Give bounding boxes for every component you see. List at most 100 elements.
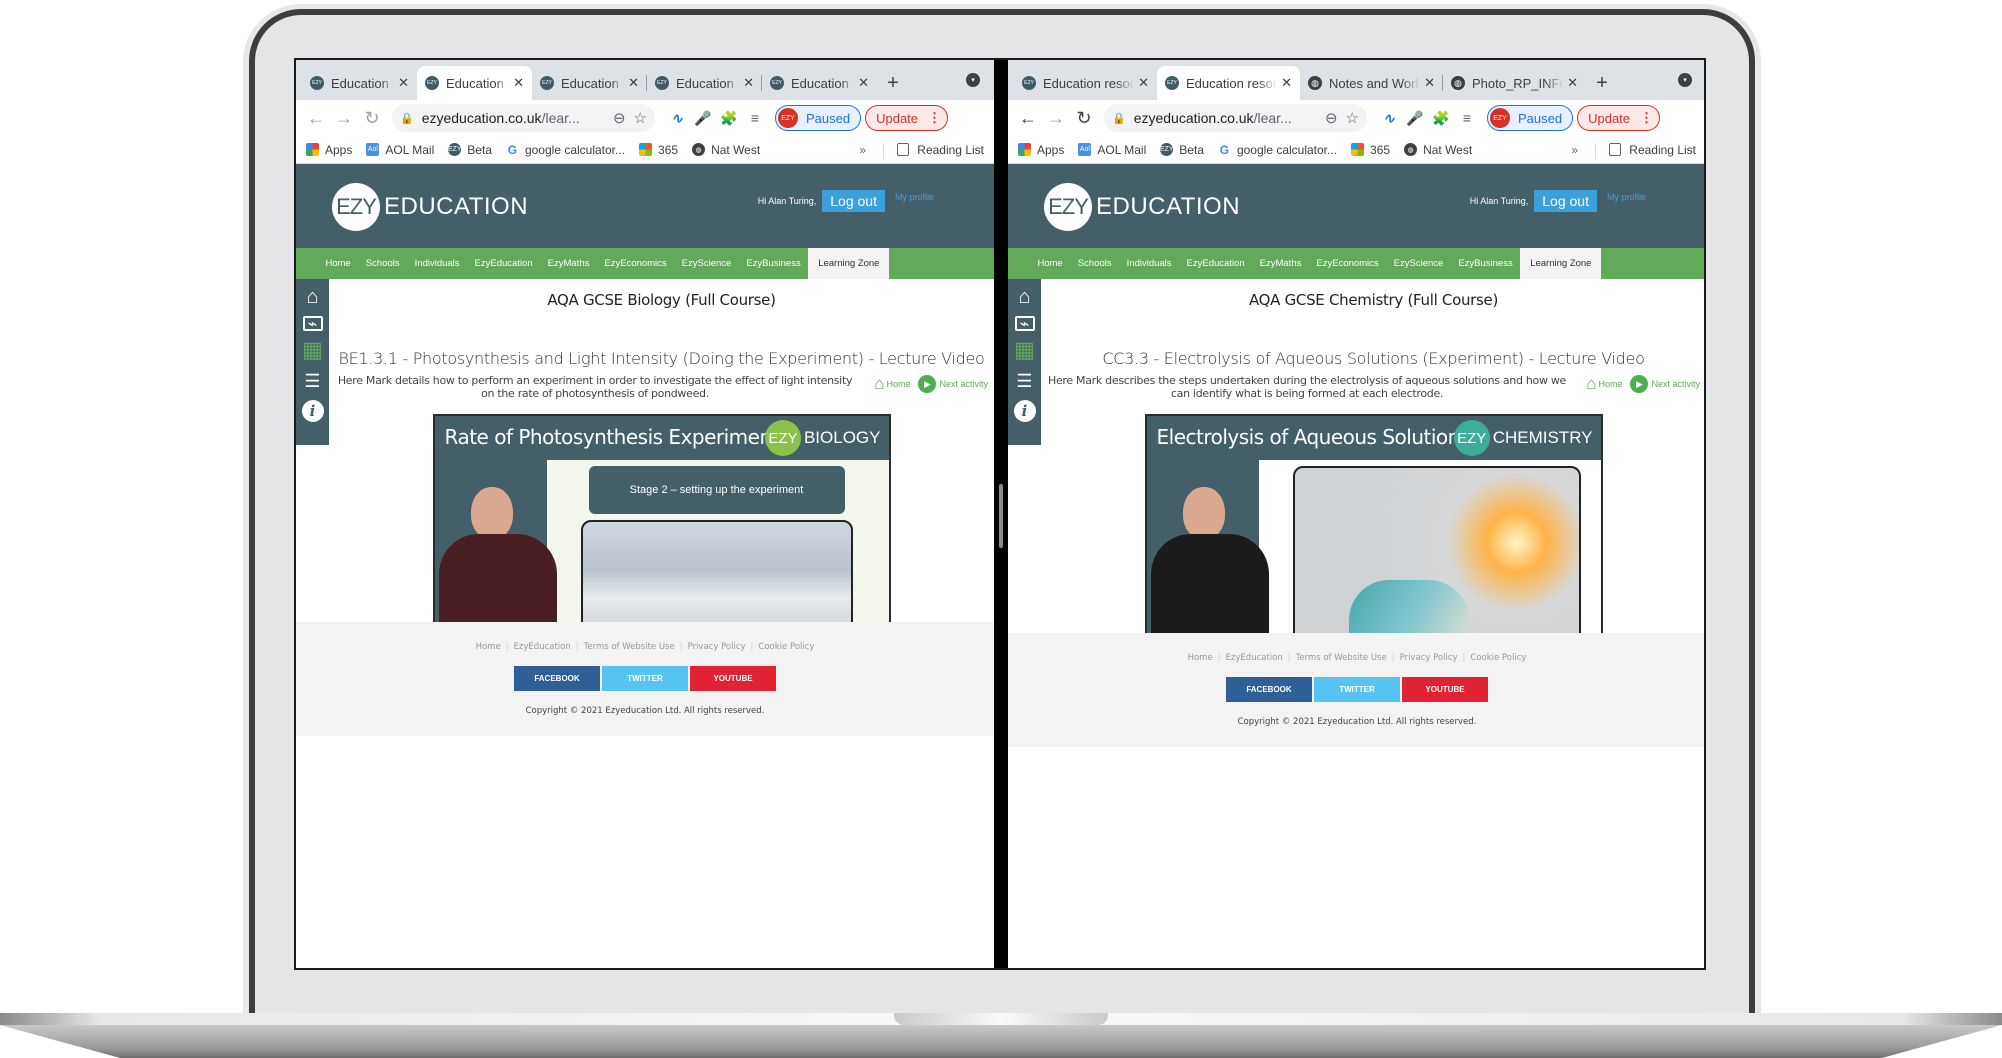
back-button[interactable]: ← bbox=[302, 108, 330, 129]
activity-home-link[interactable]: Home bbox=[886, 379, 910, 389]
microphone-icon[interactable]: 🎤 bbox=[1403, 110, 1427, 127]
back-button[interactable]: ← bbox=[1014, 108, 1042, 129]
nav-item-home[interactable]: Home bbox=[318, 248, 358, 279]
nav-item-ezyeconomics[interactable]: EzyEconomics bbox=[597, 248, 674, 279]
close-icon[interactable]: ✕ bbox=[628, 75, 639, 91]
bookmark-item[interactable]: 365 bbox=[639, 143, 678, 157]
footer-link[interactable]: Cookie Policy bbox=[758, 642, 814, 652]
nav-item-ezyscience[interactable]: EzyScience bbox=[674, 248, 739, 279]
footer-link[interactable]: EzyEducation bbox=[1226, 653, 1283, 663]
audio-wave-extension-icon[interactable]: ∿ bbox=[665, 110, 689, 127]
facebook-button[interactable]: FACEBOOK bbox=[1226, 677, 1312, 702]
tab[interactable]: EZY Education resources✕ bbox=[1014, 66, 1157, 100]
home-icon[interactable]: ⌂ bbox=[1586, 374, 1596, 394]
tab-search-button[interactable]: ▾ bbox=[966, 73, 980, 87]
next-activity-link[interactable]: Next activity bbox=[939, 379, 988, 389]
bookmark-item[interactable]: Apps bbox=[306, 143, 352, 157]
tab[interactable]: EZY Education resources✕ bbox=[647, 66, 762, 100]
close-icon[interactable]: ✕ bbox=[398, 75, 409, 91]
bookmark-star-icon[interactable]: ☆ bbox=[634, 109, 647, 127]
close-icon[interactable]: ✕ bbox=[1567, 75, 1578, 91]
info-icon[interactable]: i bbox=[1013, 400, 1036, 422]
youtube-button[interactable]: YOUTUBE bbox=[690, 666, 776, 691]
close-icon[interactable]: ✕ bbox=[1281, 75, 1292, 91]
nav-item-ezymaths[interactable]: EzyMaths bbox=[1252, 248, 1309, 279]
nav-item-individuals[interactable]: Individuals bbox=[407, 248, 467, 279]
nav-item-ezyeconomics[interactable]: EzyEconomics bbox=[1309, 248, 1386, 279]
bookmark-item[interactable]: Aol AOL Mail bbox=[366, 143, 434, 157]
home-icon[interactable]: ⌂ bbox=[301, 285, 325, 309]
nav-item-ezybusiness[interactable]: EzyBusiness bbox=[739, 248, 808, 279]
nav-item-ezyeducation[interactable]: EzyEducation bbox=[1179, 248, 1252, 279]
site-logo[interactable]: EZY EDUCATION bbox=[332, 183, 528, 231]
media-controls-icon[interactable]: ≡ bbox=[743, 110, 767, 126]
nav-item-ezyeducation[interactable]: EzyEducation bbox=[467, 248, 540, 279]
close-icon[interactable]: ✕ bbox=[858, 75, 869, 91]
bookmark-item[interactable]: EZY Beta bbox=[448, 143, 492, 157]
facebook-button[interactable]: FACEBOOK bbox=[514, 666, 600, 691]
reload-button[interactable]: ↻ bbox=[358, 108, 386, 129]
split-divider[interactable] bbox=[994, 60, 1008, 968]
home-icon[interactable]: ⌂ bbox=[874, 374, 884, 394]
zoom-icon[interactable]: ⊖ bbox=[1325, 109, 1338, 127]
bookmark-star-icon[interactable]: ☆ bbox=[1346, 109, 1359, 127]
reload-button[interactable]: ↻ bbox=[1070, 108, 1098, 129]
update-button[interactable]: Update ⋮ bbox=[865, 105, 949, 131]
close-icon[interactable]: ✕ bbox=[1424, 75, 1435, 91]
play-circle-icon[interactable]: ▶ bbox=[918, 375, 937, 393]
bookmark-item[interactable]: ◍ Nat West bbox=[692, 143, 760, 157]
nav-item-schools[interactable]: Schools bbox=[358, 248, 407, 279]
nav-item-home[interactable]: Home bbox=[1030, 248, 1070, 279]
forward-button[interactable]: → bbox=[330, 108, 358, 129]
reading-list-button[interactable]: Reading List bbox=[1595, 142, 1696, 159]
bookmark-item[interactable]: Ggoogle calculator... bbox=[506, 143, 625, 157]
close-icon[interactable]: ✕ bbox=[513, 75, 524, 91]
activity-home-link[interactable]: Home bbox=[1598, 379, 1622, 389]
tab[interactable]: EZY Education resources✕ bbox=[1157, 66, 1300, 100]
tab[interactable]: ◍ Photo_RP_INFO ✕ bbox=[1443, 66, 1586, 100]
tab[interactable]: ◍ Notes and Worksheets✕ bbox=[1300, 66, 1443, 100]
footer-link[interactable]: Privacy Policy bbox=[688, 642, 746, 652]
bookmark-item[interactable]: Apps bbox=[1018, 143, 1064, 157]
site-logo[interactable]: EZY EDUCATION bbox=[1044, 183, 1240, 231]
grid-icon[interactable]: ▦ bbox=[1013, 337, 1037, 362]
play-circle-icon[interactable]: ▶ bbox=[1630, 375, 1649, 393]
tab[interactable]: EZY Education resources✕ bbox=[762, 66, 877, 100]
profile-button[interactable]: EZY Paused bbox=[1487, 105, 1574, 131]
nav-item-learning-zone[interactable]: Learning Zone bbox=[1520, 248, 1602, 279]
update-button[interactable]: Update ⋮ bbox=[1577, 105, 1661, 131]
tab[interactable]: EZY Education resources✕ bbox=[417, 66, 532, 100]
profile-button[interactable]: EZY Paused bbox=[775, 105, 862, 131]
youtube-button[interactable]: YOUTUBE bbox=[1402, 677, 1488, 702]
nav-item-ezymaths[interactable]: EzyMaths bbox=[540, 248, 597, 279]
nav-item-ezyscience[interactable]: EzyScience bbox=[1386, 248, 1451, 279]
split-drag-handle[interactable] bbox=[999, 484, 1003, 548]
address-bar[interactable]: 🔒 ezyeducation.co.uk/lear... ⊖ ☆ bbox=[1104, 104, 1367, 132]
bookmark-item[interactable]: 365 bbox=[1351, 143, 1390, 157]
bookmarks-overflow-button[interactable]: » bbox=[859, 143, 866, 157]
new-tab-button[interactable]: + bbox=[877, 66, 909, 100]
extensions-puzzle-icon[interactable]: 🧩 bbox=[717, 110, 741, 127]
tab[interactable]: EZY Education resources✕ bbox=[302, 66, 417, 100]
reading-list-button[interactable]: Reading List bbox=[883, 142, 984, 159]
forward-button[interactable]: → bbox=[1042, 108, 1070, 129]
new-tab-button[interactable]: + bbox=[1586, 66, 1618, 100]
bookmarks-overflow-button[interactable]: » bbox=[1571, 143, 1578, 157]
slides-icon[interactable]: ⌁ bbox=[1014, 316, 1035, 333]
footer-link[interactable]: Privacy Policy bbox=[1400, 653, 1458, 663]
footer-link[interactable]: EzyEducation bbox=[514, 642, 571, 652]
my-profile-link[interactable]: My profile bbox=[1607, 192, 1646, 202]
close-icon[interactable]: ✕ bbox=[743, 75, 754, 91]
nav-item-learning-zone[interactable]: Learning Zone bbox=[808, 248, 890, 279]
tab-search-button[interactable]: ▾ bbox=[1678, 73, 1692, 87]
extensions-puzzle-icon[interactable]: 🧩 bbox=[1429, 110, 1453, 127]
info-icon[interactable]: i bbox=[301, 400, 324, 422]
clipboard-icon[interactable]: ☰ bbox=[301, 369, 325, 393]
nav-item-individuals[interactable]: Individuals bbox=[1119, 248, 1179, 279]
my-profile-link[interactable]: My profile bbox=[895, 192, 934, 202]
nav-item-schools[interactable]: Schools bbox=[1070, 248, 1119, 279]
grid-icon[interactable]: ▦ bbox=[301, 337, 325, 362]
tab[interactable]: EZY Education resources✕ bbox=[532, 66, 647, 100]
footer-link[interactable]: Home bbox=[476, 642, 501, 652]
home-icon[interactable]: ⌂ bbox=[1013, 285, 1037, 309]
